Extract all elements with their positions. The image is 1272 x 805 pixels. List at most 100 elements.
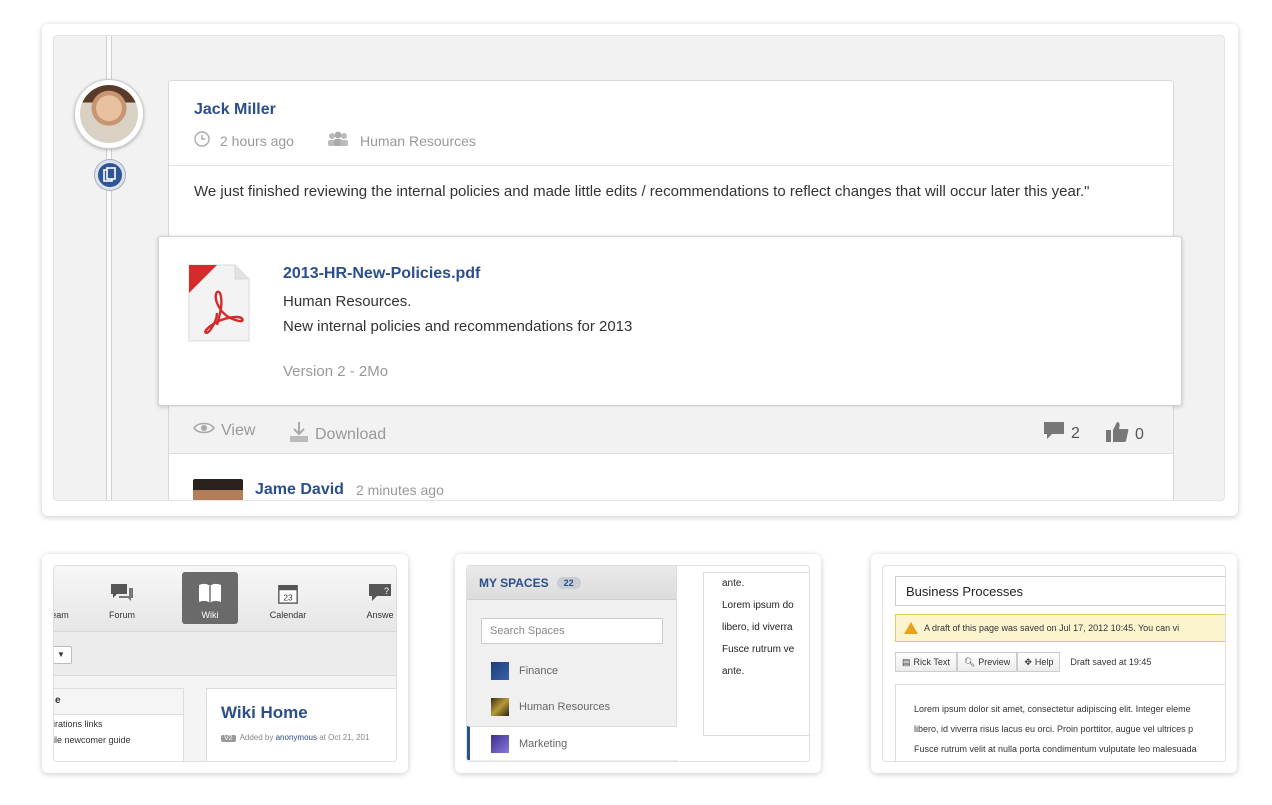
comment-item: Jame David 2 minutes ago — [193, 479, 444, 500]
content-line: Fusce rutrum ve — [722, 644, 795, 655]
draft-saved-status: Draft saved at 19:45 — [1070, 657, 1152, 667]
tool-team[interactable]: eam — [54, 572, 88, 624]
divider — [169, 165, 1173, 166]
editor-line: Fusce rutrum velit at nulla porta condim… — [914, 744, 1197, 754]
post-actions-bar: View Download 2 0 — [169, 406, 1173, 454]
tool-label: Answe — [366, 610, 394, 620]
space-item-marketing[interactable]: Marketing — [467, 726, 677, 760]
avatar[interactable] — [193, 479, 243, 500]
preview-button[interactable]: 🔍︎ Preview — [956, 652, 1018, 672]
space-label: Human Resources — [519, 701, 611, 713]
warning-text: A draft of this page was saved on Jul 17… — [924, 623, 1180, 633]
clock-icon — [194, 131, 210, 150]
forum-icon — [111, 584, 133, 601]
dropdown-button[interactable]: ▼ — [54, 646, 72, 664]
comment-button[interactable]: 2 — [1043, 421, 1080, 446]
download-icon — [289, 421, 309, 448]
author-link[interactable]: anonymous — [276, 733, 317, 742]
space-item-human-resources[interactable]: Human Resources — [467, 690, 677, 724]
editor-area[interactable]: Lorem ipsum dolor sit amet, consectetur … — [895, 684, 1225, 761]
space-icon — [491, 734, 509, 753]
space-label: Finance — [519, 665, 559, 677]
activity-post: Jack Miller 2 hours ago Human Resources … — [158, 80, 1182, 500]
page-meta: V2 Added by anonymous at Oct 21, 201 — [221, 733, 369, 742]
wiki-page: Wiki Home V2 Added by anonymous at Oct 21… — [206, 688, 396, 761]
like-count: 0 — [1135, 425, 1144, 443]
attachment-preview[interactable]: 2013-HR-New-Policies.pdf Human Resources… — [158, 236, 1182, 406]
download-button[interactable]: Download — [289, 421, 386, 448]
space-content: ante. Lorem ipsum do libero, id viverra … — [703, 572, 809, 736]
rich-text-icon: ▤ — [902, 656, 911, 667]
comment-icon — [1043, 421, 1065, 446]
tool-label: eam — [54, 610, 69, 620]
tool-label: Forum — [108, 610, 135, 620]
tool-label: Calendar — [269, 610, 307, 620]
post-space[interactable]: Human Resources — [360, 133, 476, 149]
file-version: Version 2 - 2Mo — [283, 363, 389, 380]
spaces-count-badge: 22 — [556, 576, 581, 589]
file-description: New internal policies and recommendation… — [283, 318, 633, 335]
comment-count: 2 — [1071, 424, 1080, 442]
activity-stream: Jack Miller 2 hours ago Human Resources … — [53, 35, 1225, 501]
help-icon: ✥ — [1024, 656, 1032, 667]
file-name-link[interactable]: 2013-HR-New-Policies.pdf — [283, 265, 480, 283]
space-icon — [491, 662, 509, 680]
page-title: Wiki Home — [221, 703, 308, 722]
post-text: We just finished reviewing the internal … — [194, 183, 1090, 200]
group-icon — [326, 131, 350, 150]
editor-line: Lorem ipsum dolor sit amet, consectetur … — [914, 704, 1191, 714]
version-badge: V2 — [221, 735, 236, 742]
spaces-view: MY SPACES 22 Search Spaces Finance Human… — [466, 565, 810, 762]
editor-toolbar: ▤ Rick Text 🔍︎ Preview ✥ Help Draft saved a… — [895, 652, 1151, 672]
content-line: libero, id viverra — [722, 622, 793, 633]
like-button[interactable]: 0 — [1105, 421, 1144, 448]
button-label: Help — [1034, 657, 1054, 667]
tool-forum[interactable]: Forum — [94, 572, 150, 624]
wiki-card: eam Forum Wiki 23 Calendar ? Answe ▼ e — [42, 554, 408, 773]
post-author[interactable]: Jack Miller — [194, 101, 276, 119]
svg-text:?: ? — [384, 586, 389, 596]
search-spaces-input[interactable]: Search Spaces — [481, 618, 663, 644]
post-time: 2 hours ago — [220, 132, 294, 149]
wiki-subbar: ▼ — [54, 632, 396, 676]
space-icon — [491, 698, 509, 716]
file-description: Human Resources. — [283, 293, 412, 310]
tool-calendar[interactable]: 23 Calendar — [260, 572, 316, 624]
content-line: Lorem ipsum do — [722, 600, 794, 611]
thumbs-up-icon — [1105, 421, 1129, 448]
avatar[interactable] — [74, 79, 144, 149]
spaces-header: MY SPACES 22 — [467, 566, 676, 600]
space-item-finance[interactable]: Finance — [467, 654, 677, 688]
wiki-view: eam Forum Wiki 23 Calendar ? Answe ▼ e — [53, 565, 397, 762]
eye-icon — [193, 421, 215, 440]
editor-line: libero, id viverra risus lacus eu orci. … — [914, 724, 1194, 734]
button-label: Preview — [978, 657, 1011, 667]
draft-warning: A draft of this page was saved on Jul 17… — [895, 614, 1225, 642]
comment-author[interactable]: Jame David — [255, 481, 344, 499]
book-icon — [199, 583, 221, 603]
button-label: Rick Text — [913, 657, 950, 667]
rich-text-button[interactable]: ▤ Rick Text — [895, 652, 957, 672]
view-button[interactable]: View — [193, 421, 255, 440]
space-label: Marketing — [519, 737, 568, 750]
content-line: ante. — [722, 578, 745, 589]
answers-icon: ? — [369, 584, 391, 601]
tool-wiki[interactable]: Wiki — [182, 572, 238, 624]
comment-time: 2 minutes ago — [355, 482, 444, 498]
editor-card: Business Processes A draft of this page … — [871, 554, 1237, 773]
spaces-title: MY SPACES — [479, 575, 549, 590]
tree-item[interactable]: irations links — [54, 715, 183, 731]
help-button[interactable]: ✥ Help — [1017, 652, 1061, 672]
activity-card: Jack Miller 2 hours ago Human Resources … — [42, 24, 1238, 516]
meta-prefix: Added by — [239, 733, 274, 742]
meta-date: at Oct 21, 201 — [319, 733, 370, 742]
calendar-day: 23 — [283, 593, 293, 602]
calendar-icon: 23 — [278, 584, 298, 604]
page-title-input[interactable]: Business Processes — [895, 576, 1225, 606]
tool-answers[interactable]: ? Answe — [352, 572, 396, 624]
app-toolbar: eam Forum Wiki 23 Calendar ? Answe — [54, 566, 396, 632]
tree-item[interactable]: ile newcomer guide — [54, 731, 183, 747]
pdf-file-icon — [187, 263, 251, 343]
warning-icon — [904, 622, 918, 634]
wiki-tree: e irations links ile newcomer guide — [54, 688, 184, 761]
